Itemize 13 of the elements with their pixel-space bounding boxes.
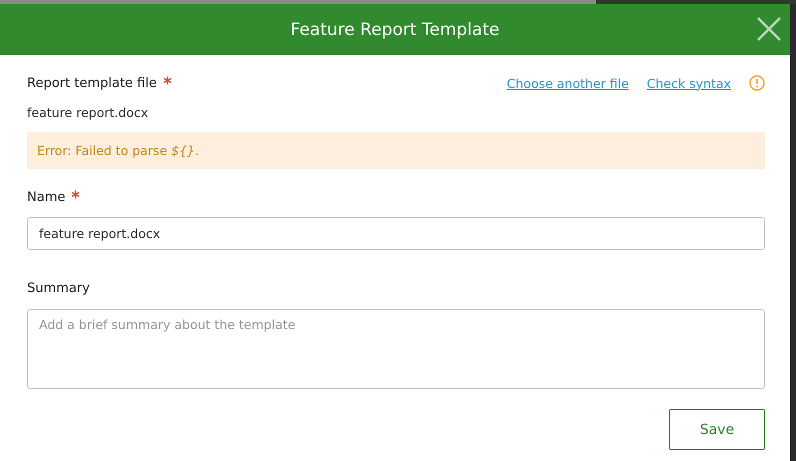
close-icon bbox=[756, 16, 782, 42]
text-link[interactable]: Check syntax bbox=[646, 76, 731, 90]
close-button[interactable] bbox=[756, 16, 782, 42]
error-message: Error: Failed to parse ${}. bbox=[27, 132, 765, 169]
save-button[interactable]: Save bbox=[669, 409, 765, 450]
dialog-title: Feature Report Template bbox=[290, 20, 500, 40]
file-name: feature report.docx bbox=[27, 105, 150, 120]
field-label: Report template file bbox=[27, 76, 157, 90]
field-label: Summary bbox=[27, 280, 90, 296]
text-link[interactable]: Choose another file bbox=[506, 76, 629, 90]
summary-field[interactable]: Add a brief summary about the template bbox=[27, 309, 765, 389]
name-field[interactable]: feature report.docx bbox=[27, 217, 765, 250]
field-label: Name bbox=[27, 190, 66, 204]
